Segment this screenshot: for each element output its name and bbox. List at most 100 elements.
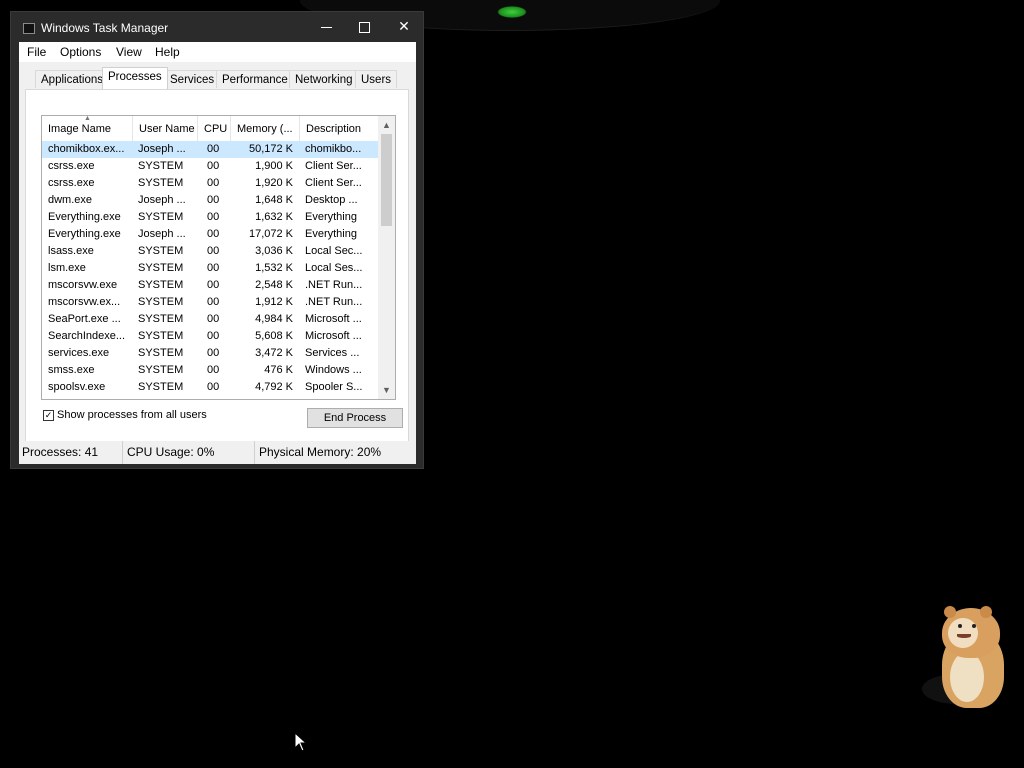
column-user-name[interactable]: User Name xyxy=(133,116,198,141)
process-image-name: lsm.exe xyxy=(48,262,86,274)
process-memory: 17,072 K xyxy=(248,228,293,240)
process-cpu: 00 xyxy=(207,364,220,376)
tab-networking[interactable]: Networking xyxy=(289,70,359,88)
process-image-name: dwm.exe xyxy=(48,194,93,206)
process-cpu: 00 xyxy=(207,296,220,308)
process-row[interactable]: dwm.exe Joseph ... 00 1,648 K Desktop ... xyxy=(42,192,378,209)
process-memory: 1,912 K xyxy=(255,296,293,308)
sort-ascending-icon: ▲ xyxy=(84,116,91,122)
process-memory: 1,532 K xyxy=(255,262,293,274)
process-description: Microsoft ... xyxy=(305,330,362,342)
column-label: Description xyxy=(306,123,362,135)
close-button[interactable]: ✕ xyxy=(387,16,421,38)
menu-file[interactable]: File xyxy=(27,45,46,59)
process-image-name: SeaPort.exe ... xyxy=(48,313,121,325)
process-user-name: SYSTEM xyxy=(138,347,184,359)
process-user-name: SYSTEM xyxy=(138,262,184,274)
process-row[interactable]: SearchIndexe... SYSTEM 00 5,608 K Microsoft … xyxy=(42,328,378,345)
process-memory: 3,472 K xyxy=(255,347,293,359)
end-process-button[interactable]: End Process xyxy=(307,408,403,428)
process-image-name: csrss.exe xyxy=(48,160,95,172)
process-row[interactable]: services.exe SYSTEM 00 3,472 K Services ... xyxy=(42,345,378,362)
process-row[interactable]: mscorsvw.exe SYSTEM 00 2,548 K .NET Run... xyxy=(42,277,378,294)
task-manager-icon xyxy=(23,23,35,34)
process-image-name: mscorsvw.ex... xyxy=(48,296,121,308)
process-row[interactable]: Everything.exe SYSTEM 00 1,632 K Everything xyxy=(42,209,378,226)
process-cpu: 00 xyxy=(207,313,220,325)
process-list[interactable]: ▲ Image Name User Name CPU Memory (... D… xyxy=(41,115,396,400)
process-cpu: 00 xyxy=(207,228,220,240)
status-processes: Processes: 41 xyxy=(19,441,123,464)
title-bar[interactable]: Windows Task Manager ✕ xyxy=(11,12,423,42)
process-row[interactable]: SeaPort.exe ... SYSTEM 00 4,984 K Microsoft … xyxy=(42,311,378,328)
mascot-face xyxy=(948,618,978,648)
menu-help[interactable]: Help xyxy=(155,45,180,59)
vertical-scrollbar[interactable]: ▲ ▼ xyxy=(378,116,395,399)
column-cpu[interactable]: CPU xyxy=(198,116,231,141)
process-image-name: Everything.exe xyxy=(48,211,121,223)
process-row[interactable]: mscorsvw.ex... SYSTEM 00 1,912 K .NET Run... xyxy=(42,294,378,311)
process-memory: 3,036 K xyxy=(255,245,293,257)
mascot-eye xyxy=(958,624,962,628)
process-user-name: SYSTEM xyxy=(138,279,184,291)
mouse-cursor-icon xyxy=(294,732,308,752)
process-row[interactable]: chomikbox.ex... Joseph ... 00 50,172 K chomi… xyxy=(42,141,378,158)
process-memory: 1,920 K xyxy=(255,177,293,189)
process-row[interactable]: lsm.exe SYSTEM 00 1,532 K Local Ses... xyxy=(42,260,378,277)
menu-options[interactable]: Options xyxy=(60,45,101,59)
scroll-down-icon[interactable]: ▼ xyxy=(378,382,395,399)
maximize-button[interactable] xyxy=(347,16,381,38)
process-cpu: 00 xyxy=(207,381,220,393)
process-cpu: 00 xyxy=(207,160,220,172)
process-row[interactable]: csrss.exe SYSTEM 00 1,920 K Client Ser... xyxy=(42,175,378,192)
hamster-mascot xyxy=(920,600,1010,712)
show-all-users-checkbox[interactable]: ✓ xyxy=(43,410,54,421)
process-user-name: SYSTEM xyxy=(138,245,184,257)
process-row[interactable]: smss.exe SYSTEM 00 476 K Windows ... xyxy=(42,362,378,379)
process-row[interactable]: spoolsv.exe SYSTEM 00 4,792 K Spooler S... xyxy=(42,379,378,396)
process-memory: 50,172 K xyxy=(248,143,293,155)
process-description: Local Sec... xyxy=(305,245,363,257)
process-user-name: SYSTEM xyxy=(138,160,184,172)
column-label: CPU xyxy=(204,123,228,135)
status-cpu-usage: CPU Usage: 0% xyxy=(124,441,255,464)
mascot-mouth xyxy=(957,634,971,638)
process-user-name: SYSTEM xyxy=(138,177,184,189)
process-cpu: 00 xyxy=(207,194,220,206)
process-cpu: 00 xyxy=(207,279,220,291)
process-memory: 4,792 K xyxy=(255,381,293,393)
tab-users[interactable]: Users xyxy=(355,70,398,88)
process-row[interactable]: csrss.exe SYSTEM 00 1,900 K Client Ser... xyxy=(42,158,378,175)
process-description: Spooler S... xyxy=(305,381,363,393)
process-image-name: lsass.exe xyxy=(48,245,94,257)
process-rows: chomikbox.ex... Joseph ... 00 50,172 K chomi… xyxy=(42,141,378,396)
process-row[interactable]: lsass.exe SYSTEM 00 3,036 K Local Sec... xyxy=(42,243,378,260)
process-cpu: 00 xyxy=(207,143,220,155)
column-memory[interactable]: Memory (... xyxy=(231,116,300,141)
mascot-belly xyxy=(950,652,984,702)
process-description: Microsoft ... xyxy=(305,313,362,325)
process-user-name: SYSTEM xyxy=(138,381,184,393)
scroll-up-icon[interactable]: ▲ xyxy=(378,117,395,134)
process-cpu: 00 xyxy=(207,245,220,257)
column-description[interactable]: Description xyxy=(300,116,378,141)
tab-processes[interactable]: Processes xyxy=(102,67,168,89)
tab-performance[interactable]: Performance xyxy=(216,70,294,88)
process-description: Everything xyxy=(305,211,357,223)
process-image-name: csrss.exe xyxy=(48,177,95,189)
process-description: Client Ser... xyxy=(305,160,362,172)
process-image-name: smss.exe xyxy=(48,364,95,376)
scroll-thumb[interactable] xyxy=(381,134,392,226)
process-user-name: Joseph ... xyxy=(138,143,186,155)
tab-services[interactable]: Services xyxy=(164,70,221,88)
tab-applications[interactable]: Applications xyxy=(35,70,110,88)
mascot-eye xyxy=(972,624,976,628)
menu-view[interactable]: View xyxy=(116,45,142,59)
column-image-name[interactable]: ▲ Image Name xyxy=(42,116,133,141)
process-cpu: 00 xyxy=(207,330,220,342)
maximize-icon xyxy=(359,22,370,33)
show-all-users-label[interactable]: Show processes from all users xyxy=(57,409,207,421)
minimize-button[interactable] xyxy=(309,16,343,38)
process-row[interactable]: Everything.exe Joseph ... 00 17,072 K Everyt… xyxy=(42,226,378,243)
column-label: Image Name xyxy=(48,123,111,135)
